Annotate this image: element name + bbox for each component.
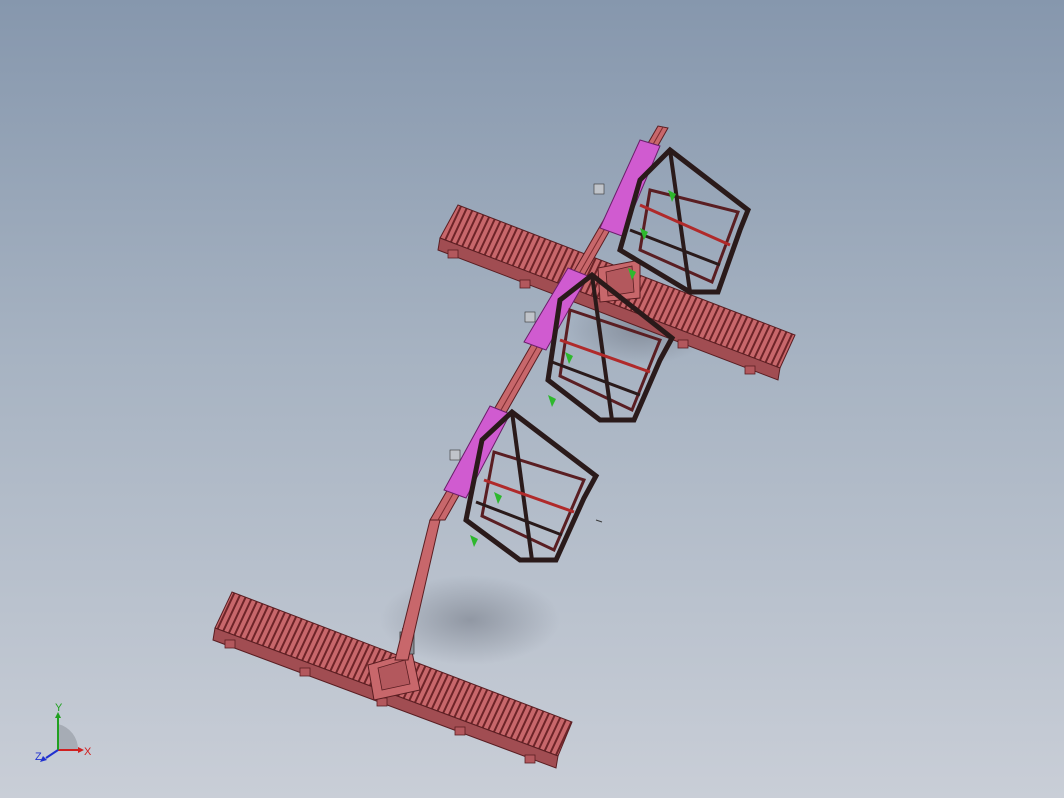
y-axis-label: Y (55, 702, 63, 714)
z-axis-label: Z (35, 751, 42, 763)
stray-mark (595, 519, 603, 523)
gripper-unit-3[interactable] (443, 405, 600, 563)
x-axis-label: X (84, 746, 92, 758)
assembly-model[interactable] (0, 0, 1064, 798)
cad-viewport[interactable]: X Y Z (0, 0, 1064, 798)
z-axis-line (45, 749, 59, 759)
coordinate-triad: X Y Z (35, 702, 92, 763)
triad-quadrant (58, 724, 79, 750)
